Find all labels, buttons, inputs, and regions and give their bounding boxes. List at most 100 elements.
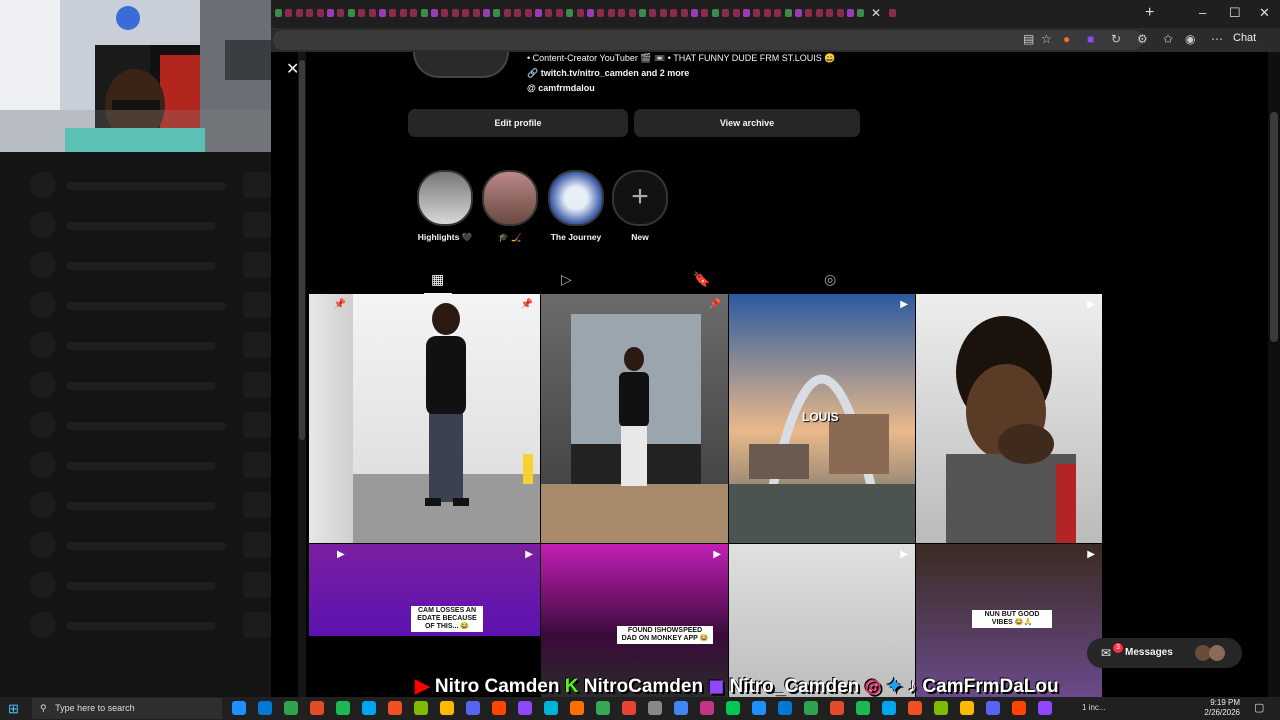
browser-tab[interactable] [576,9,584,17]
browser-tab[interactable] [607,9,615,17]
taskbar-app-icon[interactable] [882,701,896,715]
browser-tab[interactable] [493,9,501,17]
post-tile[interactable]: 📌 [541,294,728,543]
page-scrollbar[interactable] [1268,52,1280,697]
post-tile[interactable]: 📌 [309,294,353,543]
scrollbar[interactable] [298,52,306,697]
browser-tab[interactable] [826,9,834,17]
taskbar-app-icon[interactable] [830,701,844,715]
browser-tab[interactable] [691,9,698,17]
extension-icon[interactable]: ● [1063,32,1070,46]
twitch-extension-icon[interactable]: ■ [1087,32,1094,46]
copilot-chat-button[interactable]: Chat [1233,32,1256,44]
browser-tab[interactable] [680,9,688,17]
profile-avatar-icon[interactable]: ◉ [1185,32,1195,46]
extensions-icon[interactable]: ⚙ [1137,32,1148,46]
browser-tab[interactable] [555,9,563,17]
browser-tab[interactable] [545,9,553,17]
browser-tab[interactable] [347,9,355,17]
browser-tab[interactable] [670,9,678,17]
taskbar-app-icon[interactable] [544,701,558,715]
highlight-graduation[interactable]: 🎓 🏒 [482,170,538,243]
browser-tab[interactable] [451,9,459,17]
browser-tab[interactable] [483,9,490,17]
close-window-button[interactable]: ✕ [1259,5,1270,21]
browser-tab[interactable] [275,9,282,17]
threads-handle[interactable]: camfrmdalou [538,83,595,93]
taskbar-app-icon[interactable] [414,701,428,715]
messages-button[interactable]: ✉ 3 Messages [1087,638,1242,668]
browser-tab[interactable] [514,9,522,17]
active-tab-close-icon[interactable]: ✕ [871,6,884,20]
page-scrollbar-thumb[interactable] [1270,112,1278,342]
browser-tab[interactable] [743,9,750,17]
favorites-icon[interactable]: ✩ [1163,32,1173,46]
browser-tab[interactable] [784,9,792,17]
taskbar-search-input[interactable]: ⚲ Type here to search [32,698,222,719]
browser-tab[interactable] [659,9,667,17]
browser-tab[interactable] [389,9,397,17]
browser-tab[interactable] [587,9,594,17]
browser-tab[interactable] [597,9,605,17]
tagged-icon[interactable]: ◎ [824,271,836,288]
browser-tab[interactable] [306,9,314,17]
avatar[interactable] [413,52,509,78]
post-tile[interactable]: LOUIS ▶ [729,294,915,543]
post-tile[interactable]: ▶ [916,294,1102,543]
taskbar-app-icon[interactable] [596,701,610,715]
taskbar-app-icon[interactable] [856,701,870,715]
taskbar-app-icon[interactable] [336,701,350,715]
view-archive-button[interactable]: View archive [634,109,860,137]
taskbar-app-icon[interactable] [258,701,272,715]
taskbar-app-icon[interactable] [388,701,402,715]
highlight-new[interactable]: + New [612,170,668,242]
taskbar-app-icon[interactable] [622,701,636,715]
browser-tab[interactable] [888,9,896,17]
taskbar-app-icon[interactable] [362,701,376,715]
browser-tab[interactable] [535,9,542,17]
browser-tab[interactable] [399,9,407,17]
windows-start-icon[interactable]: ⊞ [8,701,19,717]
taskbar-app-icon[interactable] [934,701,948,715]
browser-tab[interactable] [805,9,813,17]
taskbar-app-icon[interactable] [804,701,818,715]
browser-tab[interactable] [503,9,511,17]
browser-tab[interactable] [420,9,428,17]
taskbar-app-icon[interactable] [466,701,480,715]
more-menu-icon[interactable]: ⋯ [1211,32,1223,46]
scrollbar-thumb[interactable] [299,60,305,440]
highlight-the-journey[interactable]: The Journey [548,170,604,242]
browser-tab[interactable] [628,9,636,17]
browser-tab[interactable] [763,9,771,17]
taskbar-app-icon[interactable] [986,701,1000,715]
taskbar-app-icon[interactable] [700,701,714,715]
browser-tab[interactable] [857,9,865,17]
browser-tab[interactable] [441,9,449,17]
browser-tab[interactable] [285,9,293,17]
browser-tab[interactable] [732,9,740,17]
notification-text[interactable]: 1 inc... [1082,703,1106,712]
taskbar-app-icon[interactable] [1012,701,1026,715]
notifications-icon[interactable]: ▢ [1254,701,1264,714]
browser-tab[interactable] [639,9,646,17]
taskbar-clock[interactable]: 9:19 PM 2/26/2026 [1202,698,1240,718]
browser-tab[interactable] [618,9,626,17]
taskbar-app-icon[interactable] [570,701,584,715]
browser-tab[interactable] [701,9,709,17]
browser-tab[interactable] [795,9,802,17]
taskbar-app-icon[interactable] [960,701,974,715]
browser-tab[interactable] [316,9,324,17]
favorite-icon[interactable]: ☆ [1041,32,1052,46]
browser-tab[interactable] [815,9,823,17]
browser-tab[interactable] [379,9,386,17]
taskbar-app-icon[interactable] [440,701,454,715]
taskbar-app-icon[interactable] [310,701,324,715]
browser-tab[interactable] [431,9,438,17]
taskbar-app-icon[interactable] [752,701,766,715]
browser-tab[interactable] [327,9,334,17]
taskbar-app-icon[interactable] [492,701,506,715]
bio-link-text[interactable]: twitch.tv/nitro_camden and 2 more [541,68,690,78]
highlight-highlights[interactable]: Highlights 🖤 [417,170,473,243]
taskbar-app-icon[interactable] [284,701,298,715]
browser-tab[interactable] [722,9,730,17]
